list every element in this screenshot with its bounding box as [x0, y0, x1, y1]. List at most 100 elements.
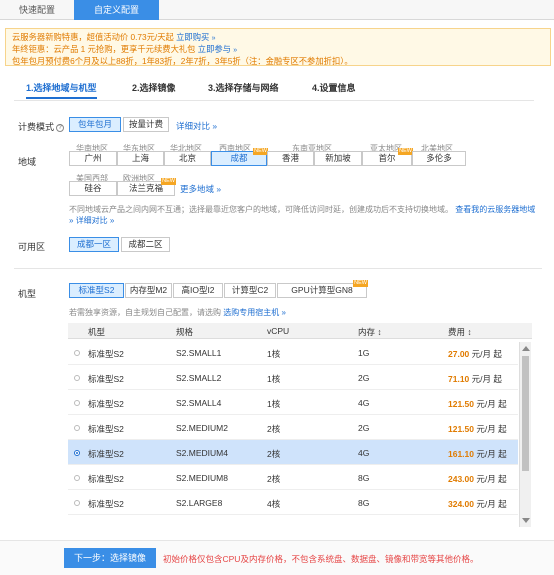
row-radio[interactable]: [74, 475, 80, 481]
header-price-text: 费用: [448, 327, 466, 337]
cell-price: 161.10 元/月 起: [448, 448, 507, 460]
table-row[interactable]: 标准型S2 S2.LARGE8 4核 8G 324.00 元/月 起: [68, 490, 518, 515]
help-icon[interactable]: ?: [56, 123, 65, 132]
step-settings[interactable]: 4.设置信息: [312, 81, 356, 99]
billing-prepaid-button[interactable]: 包年包月: [69, 117, 121, 132]
scroll-down-icon[interactable]: [522, 518, 530, 523]
cell-type: 标准型S2: [88, 374, 124, 384]
join-link[interactable]: 立即参与: [198, 44, 231, 54]
next-step-button[interactable]: 下一步：选择镜像: [64, 548, 156, 568]
table-row[interactable]: 标准型S2 S2.MEDIUM4 2核 4G 161.10 元/月 起: [68, 440, 518, 465]
cell-vcpu: 2核: [267, 474, 281, 484]
buy-now-link[interactable]: 立即购买: [176, 32, 209, 42]
table-scrollbar[interactable]: [519, 342, 531, 527]
price-value: 161.10: [448, 449, 474, 459]
region-desc-text: 不同地域云产品之间内网不互通；选择最靠近您客户的地域，可降低访问时延，创建成功后…: [69, 205, 453, 214]
zone-chengdu-1-button[interactable]: 成都一区: [69, 237, 119, 252]
section-divider: [14, 268, 542, 269]
instance-type-gn8-button[interactable]: GPU计算型GN8 NEW: [277, 280, 368, 298]
external-link-icon: »: [212, 121, 218, 131]
region-shanghai-button[interactable]: 上海: [117, 151, 164, 166]
instance-hint-text: 若需独享资源，自主规划自己配置，请选购: [69, 308, 221, 317]
region-guangzhou-button[interactable]: 广州: [69, 151, 117, 166]
table-row[interactable]: 标准型S2 S2.MEDIUM2 2核 2G 121.50 元/月 起: [68, 415, 518, 440]
region-seoul-label: 首尔: [378, 153, 396, 163]
cell-vcpu: 4核: [267, 499, 281, 509]
scroll-up-icon[interactable]: [522, 346, 530, 351]
table-header: 机型 规格 vCPU 内存 ↕ 费用 ↕: [68, 323, 532, 339]
cell-spec: S2.SMALL4: [176, 398, 222, 408]
table-row[interactable]: 标准型S2 S2.SMALL4 1核 4G 121.50 元/月 起: [68, 390, 518, 415]
region-beijing-button[interactable]: 北京: [164, 151, 211, 166]
table-row[interactable]: 标准型S2 S2.SMALL1 1核 1G 27.00 元/月 起: [68, 340, 518, 365]
tab-quick-config[interactable]: 快速配置: [0, 0, 74, 20]
region-compare-link[interactable]: 详细对比: [76, 216, 108, 225]
new-badge: NEW: [253, 148, 268, 155]
instance-label: 机型: [18, 289, 37, 299]
instance-hint: 若需独享资源，自主规划自己配置，请选购 选购专用宿主机 »: [69, 307, 286, 318]
region-description: 不同地域云产品之间内网不互通；选择最靠近您客户的地域，可降低访问时延，创建成功后…: [69, 204, 539, 226]
step-image[interactable]: 2.选择镜像: [132, 81, 176, 99]
region-hongkong-button[interactable]: 香港: [267, 151, 314, 166]
zone-chengdu-2-button[interactable]: 成都二区: [121, 237, 170, 252]
row-radio[interactable]: [74, 375, 80, 381]
region-toronto-button[interactable]: 多伦多: [412, 151, 466, 166]
new-badge: NEW: [161, 178, 176, 185]
row-radio[interactable]: [74, 425, 80, 431]
instance-spec-table: 机型 规格 vCPU 内存 ↕ 费用 ↕ 标准型S2 S2.SMALL1 1核 1G 2…: [68, 323, 532, 529]
cell-price: 71.10 元/月 起: [448, 373, 502, 385]
cell-type: 标准型S2: [88, 449, 124, 459]
more-regions-link[interactable]: 更多地域 »: [180, 183, 221, 195]
instance-type-c2-button[interactable]: 计算型C2: [224, 283, 276, 298]
notice-line1: 云服务器新购特惠，超值活动价 0.73元/天起: [12, 32, 174, 42]
row-radio[interactable]: [74, 350, 80, 356]
cell-price: 121.50 元/月 起: [448, 423, 507, 435]
header-type: 机型: [88, 327, 106, 337]
cell-memory: 2G: [358, 423, 370, 433]
price-unit: 元/月 起: [476, 474, 507, 484]
cell-memory: 8G: [358, 498, 370, 508]
region-frankfurt-button[interactable]: 法兰克福 NEW: [117, 178, 176, 196]
price-value: 324.00: [448, 499, 474, 509]
billing-postpaid-button[interactable]: 按量计费: [123, 117, 169, 132]
my-cvm-regions-link[interactable]: 查看我的云服务器地域: [455, 205, 535, 214]
step-storage-network[interactable]: 3.选择存储与网络: [208, 81, 279, 99]
price-unit: 元/月 起: [476, 424, 507, 434]
header-memory[interactable]: 内存 ↕: [358, 326, 382, 338]
footer-bar: 下一步：选择镜像 初始价格仅包含CPU及内存价格，不包含系统盘、数据盘、镜像和带…: [0, 540, 554, 575]
row-radio[interactable]: [74, 500, 80, 506]
region-label: 地域: [18, 157, 37, 167]
zone-label: 可用区: [18, 242, 46, 252]
billing-compare-link[interactable]: 详细对比 »: [176, 120, 217, 132]
cell-memory: 1G: [358, 348, 370, 358]
price-unit: 元/月 起: [476, 449, 507, 459]
instance-type-i2-button[interactable]: 高IO型I2: [173, 283, 223, 298]
region-singapore-button[interactable]: 新加坡: [314, 151, 362, 166]
instance-type-gn8-label: GPU计算型GN8: [291, 285, 353, 295]
external-link-icon: »: [233, 47, 238, 54]
cell-vcpu: 2核: [267, 424, 281, 434]
header-price[interactable]: 费用 ↕: [448, 326, 472, 338]
cell-spec: S2.SMALL2: [176, 373, 222, 383]
sort-icon: ↕: [467, 327, 472, 337]
header-memory-text: 内存: [358, 327, 376, 337]
wizard-steps: 1.选择地域与机型 2.选择镜像 3.选择存储与网络 4.设置信息: [14, 79, 534, 101]
new-badge: NEW: [398, 148, 413, 155]
row-radio[interactable]: [74, 400, 80, 406]
region-siliconvalley-button[interactable]: 硅谷: [69, 181, 117, 196]
instance-type-m2-button[interactable]: 内存型M2: [125, 283, 172, 298]
cell-memory: 4G: [358, 448, 370, 458]
row-radio[interactable]: [74, 450, 80, 456]
external-link-icon: »: [109, 216, 115, 225]
region-seoul-button[interactable]: 首尔 NEW: [362, 148, 413, 166]
region-chengdu-button[interactable]: 成都 NEW: [211, 148, 268, 166]
price-value: 27.00: [448, 349, 470, 359]
tab-custom-config[interactable]: 自定义配置: [74, 0, 159, 20]
instance-type-s2-button[interactable]: 标准型S2: [69, 283, 124, 298]
table-row[interactable]: 标准型S2 S2.SMALL2 1核 2G 71.10 元/月 起: [68, 365, 518, 390]
header-vcpu: vCPU: [267, 326, 290, 336]
table-row[interactable]: 标准型S2 S2.MEDIUM8 2核 8G 243.00 元/月 起: [68, 465, 518, 490]
step-region-instance[interactable]: 1.选择地域与机型: [26, 81, 97, 99]
scroll-thumb[interactable]: [522, 356, 529, 471]
dedicated-host-link[interactable]: 选购专用宿主机: [223, 308, 279, 317]
